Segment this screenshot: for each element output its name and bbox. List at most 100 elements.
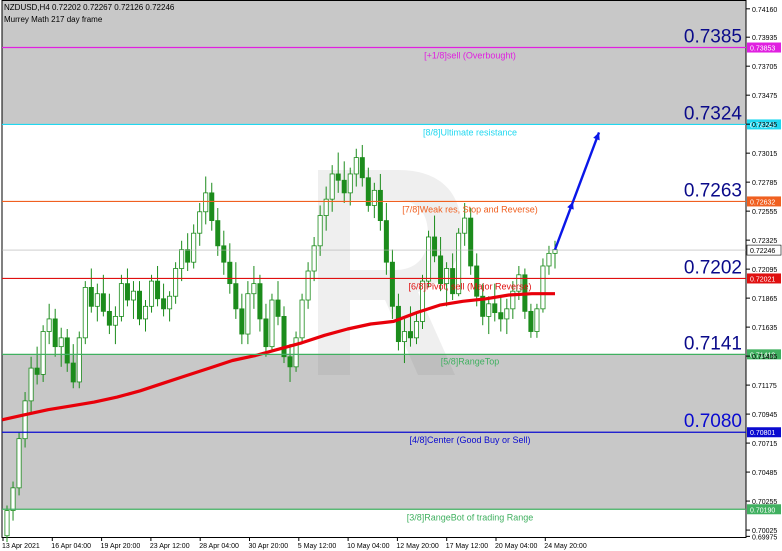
candle-up: [251, 283, 257, 295]
candle-down: [438, 255, 444, 285]
symbol-header: NZDUSD,H4 0.72202 0.72267 0.72126 0.7224…: [4, 3, 175, 12]
candle-up: [167, 295, 173, 310]
candle-up: [311, 245, 317, 272]
candle-up: [305, 270, 311, 301]
level-price-text: 0.70801: [750, 430, 775, 437]
y-tick-label: 0.73015: [752, 151, 777, 158]
candle-up: [371, 189, 377, 206]
level-price-text: 0.70190: [750, 507, 775, 514]
x-tick-label: 30 Apr 20:00: [249, 543, 289, 550]
candle-down: [528, 310, 534, 332]
x-tick-label: 20 May 04:00: [495, 543, 538, 550]
candle-up: [504, 308, 510, 320]
candle-down: [100, 293, 106, 312]
candle-up: [426, 236, 432, 282]
x-tick-label: 23 Apr 12:00: [150, 543, 190, 550]
candle-down: [136, 290, 142, 320]
candle-up: [130, 290, 136, 301]
y-tick-label: 0.70945: [752, 412, 777, 419]
candle-down: [468, 217, 474, 267]
y-tick-label: 0.72325: [752, 238, 777, 245]
candle-down: [239, 308, 245, 335]
candle-down: [161, 298, 167, 310]
y-tick-label: 0.71865: [752, 296, 777, 303]
y-tick-label: 0.69975: [752, 534, 777, 541]
y-tick-label: 0.72785: [752, 180, 777, 187]
y-tick-label: 0.70715: [752, 441, 777, 448]
candle-down: [383, 220, 389, 263]
candle-up: [317, 215, 323, 247]
forecast-arrow: [553, 131, 601, 251]
y-tick-label: 0.73705: [752, 64, 777, 71]
x-tick-label: 12 May 20:00: [396, 543, 439, 550]
level-label: [6/8]Pivot, sell (Major Reverse): [408, 281, 531, 291]
level-label: [+1/8]sell (Overbought): [424, 51, 516, 61]
candle-up: [94, 293, 100, 307]
candle-down: [155, 280, 161, 300]
candle-up: [353, 157, 359, 175]
level-big-label: 0.7141: [684, 333, 742, 354]
current-price-text: 0.72246: [750, 248, 775, 255]
level-big-label: 0.7202: [684, 257, 742, 278]
y-tick-label: 0.71405: [752, 354, 777, 361]
candle-up: [179, 249, 185, 269]
candle-down: [64, 337, 70, 364]
x-tick-label: 17 May 12:00: [446, 543, 489, 550]
candle-up: [413, 321, 419, 339]
candle-up: [143, 305, 149, 320]
candle-down: [407, 331, 413, 339]
candle-down: [281, 316, 287, 358]
level-label: [8/8]Ultimate resistance: [423, 127, 517, 137]
candle-down: [341, 179, 347, 194]
candle-up: [76, 337, 82, 383]
level-label: [5/8]RangeTop: [441, 356, 500, 366]
candle-up: [191, 232, 197, 263]
candle-down: [221, 245, 227, 263]
candle-down: [275, 299, 281, 317]
y-tick-label: 0.72095: [752, 267, 777, 274]
forecast-arrow-segment: [553, 201, 575, 251]
level-label: [7/8]Weak res, Stop and Reverse): [402, 204, 537, 214]
candle-up: [329, 173, 335, 200]
candle-down: [34, 367, 40, 375]
x-tick-label: 13 Apr 2021: [2, 543, 40, 550]
candle-down: [52, 318, 58, 348]
x-tick-label: 10 May 04:00: [347, 543, 390, 550]
candle-up: [540, 265, 546, 310]
candle-up: [299, 299, 305, 339]
level-label: [3/8]RangeBot of trading Range: [407, 512, 534, 522]
y-tick-label: 0.73475: [752, 93, 777, 100]
y-tick-label: 0.73935: [752, 35, 777, 42]
y-tick-label: 0.70255: [752, 499, 777, 506]
x-tick-label: 5 May 12:00: [298, 543, 337, 550]
y-tick-label: 0.74160: [752, 7, 777, 14]
candle-down: [377, 189, 383, 221]
level-big-label: 0.7263: [684, 180, 742, 201]
x-tick-label: 24 May 20:00: [544, 543, 587, 550]
candle-up: [173, 268, 179, 297]
candle-down: [124, 283, 130, 301]
x-tick-label: 19 Apr 20:00: [101, 543, 141, 550]
candle-up: [40, 331, 46, 375]
candle-down: [263, 318, 269, 348]
candle-down: [185, 249, 191, 263]
candle-up: [58, 337, 64, 348]
level-big-label: 0.7324: [684, 103, 743, 124]
candle-down: [432, 236, 438, 257]
candle-down: [227, 261, 233, 285]
candle-down: [359, 157, 365, 179]
x-tick-label: 28 Apr 04:00: [199, 543, 239, 550]
murrey-zones: [2, 0, 746, 510]
candle-down: [70, 362, 76, 383]
level-price-text: 0.72632: [750, 199, 775, 206]
candle-up: [401, 331, 407, 343]
candle-up: [245, 293, 251, 335]
candle-up: [10, 487, 16, 511]
candle-down: [257, 283, 263, 320]
price-chart[interactable]: [+1/8]sell (Overbought) 0.73853 0.7385 [8/8…: [0, 0, 782, 551]
candle-up: [112, 316, 118, 326]
candle-up: [22, 400, 28, 440]
candle-up: [28, 367, 34, 402]
y-tick-label: 0.73245: [752, 122, 777, 129]
candle-down: [335, 173, 341, 181]
